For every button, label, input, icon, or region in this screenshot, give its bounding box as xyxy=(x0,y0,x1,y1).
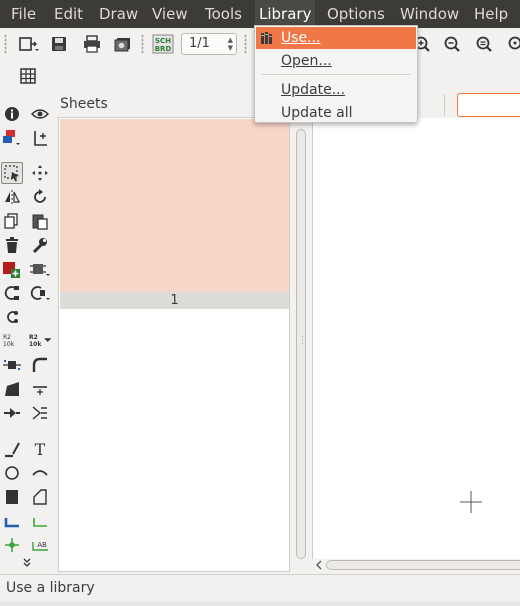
toolbar-grip-2[interactable] xyxy=(141,34,144,54)
menu-item-use[interactable]: Use... xyxy=(256,27,416,49)
smash-icon[interactable] xyxy=(1,354,23,376)
circle-icon[interactable] xyxy=(1,462,23,484)
polygon-icon[interactable] xyxy=(29,486,51,508)
wrench-icon[interactable] xyxy=(29,234,51,256)
print-icon[interactable] xyxy=(80,32,104,56)
menu-item-open[interactable]: Open... xyxy=(256,50,416,72)
menu-item-use-label: Use... xyxy=(281,30,321,46)
wire-icon[interactable] xyxy=(1,438,23,460)
status-bar: Use a library xyxy=(0,574,520,602)
zoom-redraw-icon[interactable] xyxy=(504,32,520,56)
menu-file[interactable]: File xyxy=(7,0,40,28)
export-icon[interactable] xyxy=(111,32,135,56)
sheet-label[interactable]: 1 xyxy=(60,292,289,309)
menu-separator xyxy=(261,74,411,75)
copy-icon[interactable] xyxy=(1,210,23,232)
layer-icon[interactable] xyxy=(1,127,23,149)
zoom-fit-icon[interactable] xyxy=(472,32,496,56)
sheets-panel-title: Sheets xyxy=(60,96,108,112)
junction-icon[interactable] xyxy=(1,534,23,556)
menu-view[interactable]: View xyxy=(148,0,192,28)
splitter-handle-icon[interactable]: ⋮ xyxy=(298,336,307,346)
replace-icon[interactable] xyxy=(29,258,51,280)
name-tool-label: R2 10k xyxy=(3,334,15,348)
dropdown-arrow-icon xyxy=(43,338,51,342)
paste-icon[interactable] xyxy=(29,210,51,232)
menu-item-update-label: Update... xyxy=(281,82,346,98)
split-icon[interactable] xyxy=(1,378,23,400)
join-icon[interactable] xyxy=(29,378,51,400)
save-icon[interactable] xyxy=(47,32,71,56)
drawing-canvas[interactable] xyxy=(312,118,520,559)
toolbar-separator xyxy=(444,94,445,116)
arc-icon[interactable] xyxy=(29,462,51,484)
move-icon[interactable] xyxy=(29,162,51,184)
library-books-icon xyxy=(261,32,272,44)
text-icon[interactable]: T xyxy=(29,438,51,460)
name-tool[interactable]: R2 10k xyxy=(1,330,23,352)
open-icon[interactable] xyxy=(16,32,40,56)
label-tool[interactable]: AB xyxy=(29,534,51,556)
sheet-page-spinbox[interactable]: 1/1 ▲ ▼ xyxy=(181,33,237,55)
invoke-icon[interactable] xyxy=(1,402,23,424)
scroll-left-icon[interactable] xyxy=(314,560,324,570)
menu-item-update[interactable]: Update... xyxy=(256,79,416,101)
select-icon[interactable] xyxy=(1,162,23,184)
pinswap-icon[interactable] xyxy=(1,282,23,304)
toolbar-grip[interactable] xyxy=(4,34,7,54)
canvas-hscrollbar-track[interactable] xyxy=(326,560,520,570)
spin-arrows-icon[interactable]: ▲ ▼ xyxy=(228,36,233,52)
mark-icon[interactable] xyxy=(29,127,51,149)
rectangle-icon[interactable] xyxy=(1,486,23,508)
menu-window[interactable]: Window xyxy=(396,0,463,28)
menu-options[interactable]: Options xyxy=(323,0,389,28)
info-icon[interactable] xyxy=(1,103,23,125)
canvas-hscrollbar[interactable] xyxy=(312,559,520,571)
sheets-panel: 1 xyxy=(58,117,290,572)
sch-brd-switch-icon[interactable]: SCH BRD xyxy=(151,32,175,56)
menu-library[interactable]: Library xyxy=(255,0,316,28)
menu-help[interactable]: Help xyxy=(470,0,512,28)
value-tool-label: R2 10k xyxy=(29,334,42,348)
net-icon[interactable] xyxy=(29,510,51,532)
gate-icon[interactable] xyxy=(29,402,51,424)
command-input[interactable] xyxy=(457,93,520,117)
bus-icon[interactable] xyxy=(1,510,23,532)
menu-item-update-all-label: Update all xyxy=(281,105,353,121)
label-tool-text: AB xyxy=(37,541,47,549)
zoom-out-icon[interactable] xyxy=(440,32,464,56)
svg-text:SCH: SCH xyxy=(155,37,171,45)
delete-icon[interactable] xyxy=(1,234,23,256)
sheet-thumbnail[interactable] xyxy=(60,119,289,292)
menu-edit[interactable]: Edit xyxy=(50,0,87,28)
gateswap-icon[interactable] xyxy=(29,282,51,304)
menu-item-update-all[interactable]: Update all xyxy=(256,102,416,124)
sheet-page-value: 1/1 xyxy=(189,36,210,51)
left-tool-palette: R2 10k R2 10k T AB xyxy=(0,98,56,574)
crosshair-cursor-icon xyxy=(460,491,482,513)
menu-tools[interactable]: Tools xyxy=(201,0,246,28)
mirror-icon[interactable] xyxy=(1,186,23,208)
toolbar-grip-3[interactable] xyxy=(244,34,247,54)
grid-icon[interactable] xyxy=(16,64,40,88)
miter-icon[interactable] xyxy=(29,354,51,376)
more-tools-chevron-icon[interactable] xyxy=(16,556,38,570)
menubar: File Edit Draw View Tools Library Option… xyxy=(0,0,520,28)
menu-draw[interactable]: Draw xyxy=(95,0,142,28)
svg-text:BRD: BRD xyxy=(155,45,172,53)
menu-item-open-label: Open... xyxy=(281,53,332,69)
value-tool[interactable]: R2 10k xyxy=(29,330,51,352)
rotate-icon[interactable] xyxy=(29,186,51,208)
optimize-icon[interactable] xyxy=(1,306,23,328)
window-bottom-edge xyxy=(0,602,520,606)
eye-icon[interactable] xyxy=(29,103,51,125)
add-part-icon[interactable] xyxy=(1,258,23,280)
library-menu-dropdown: Use... Open... Update... Update all xyxy=(254,25,418,123)
